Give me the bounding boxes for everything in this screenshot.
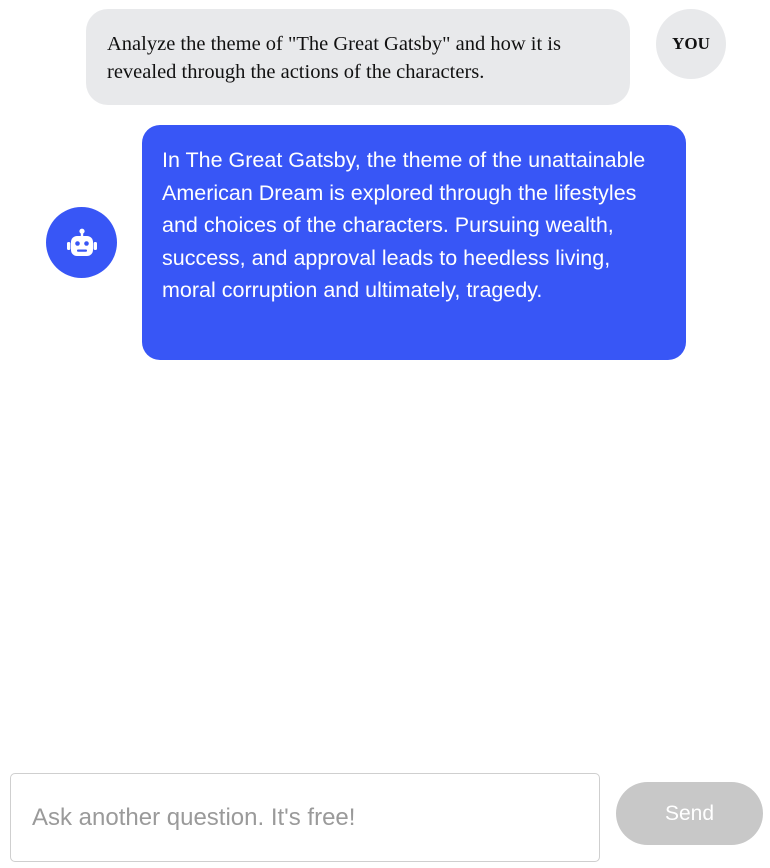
chat-page: Analyze the theme of "The Great Gatsby" … bbox=[0, 0, 770, 868]
question-input[interactable] bbox=[10, 773, 600, 862]
user-avatar: YOU bbox=[656, 9, 726, 79]
bot-avatar bbox=[46, 207, 117, 278]
bot-message-bubble: In The Great Gatsby, the theme of the un… bbox=[142, 125, 686, 360]
user-message-bubble: Analyze the theme of "The Great Gatsby" … bbox=[86, 9, 630, 105]
user-avatar-label: YOU bbox=[672, 34, 710, 53]
bot-message-text: In The Great Gatsby, the theme of the un… bbox=[162, 148, 646, 302]
user-message-text: Analyze the theme of "The Great Gatsby" … bbox=[107, 33, 561, 83]
robot-icon bbox=[66, 228, 97, 256]
send-button[interactable]: Send bbox=[616, 782, 763, 845]
